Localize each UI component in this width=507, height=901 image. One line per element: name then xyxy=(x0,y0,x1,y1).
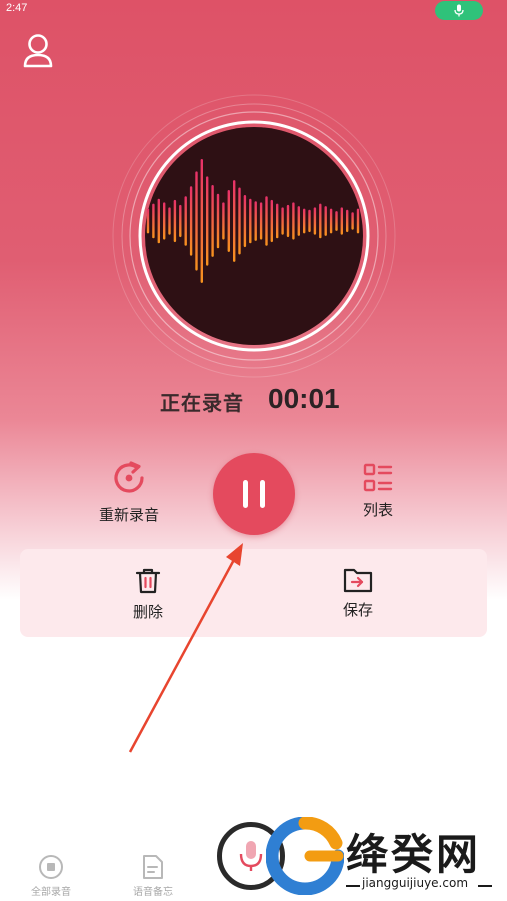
pause-button[interactable] xyxy=(213,453,295,535)
waveform-bar xyxy=(222,202,225,240)
waveform-bar xyxy=(308,209,311,233)
waveform-bar xyxy=(189,186,193,256)
nav-voice-memo-label: 语音备忘 xyxy=(133,887,173,898)
waveform-bar xyxy=(152,203,155,239)
watermark-url: jiangguijiuye.com xyxy=(362,876,469,890)
mic-active-indicator[interactable] xyxy=(435,1,483,20)
waveform-bar xyxy=(249,198,252,244)
waveform-bar xyxy=(319,203,322,239)
waveform-bar xyxy=(265,196,268,246)
waveform-bar xyxy=(356,208,360,234)
trash-icon xyxy=(135,568,161,594)
watermark-brand-text: 绛癸网 xyxy=(346,830,482,879)
waveform-bar xyxy=(281,207,284,235)
waveform-bar xyxy=(243,195,247,248)
document-icon xyxy=(143,855,163,879)
watermark-logo: 绛癸网 jiangguijiuye.com xyxy=(262,813,507,901)
waveform-bar xyxy=(259,202,263,240)
waveform-bar xyxy=(157,198,160,244)
waveform-bar xyxy=(254,201,257,241)
recording-disc xyxy=(145,127,363,345)
delete-label: 删除 xyxy=(132,603,163,621)
recording-status: 正在录音 00:01 xyxy=(0,383,507,419)
waveform-bar xyxy=(270,199,273,243)
user-icon xyxy=(23,34,53,68)
waveform-bar xyxy=(313,207,317,235)
watermark-line-left xyxy=(346,885,360,887)
waveform-bar xyxy=(211,185,214,257)
nav-all-recordings-label: 全部录音 xyxy=(31,887,71,898)
list-label: 列表 xyxy=(362,501,393,519)
waveform-bar xyxy=(195,171,198,271)
nav-voice-memo[interactable]: 语音备忘 xyxy=(128,854,178,898)
pause-icon xyxy=(243,480,265,508)
waveform-bar xyxy=(216,193,220,249)
save-button[interactable]: 保存 xyxy=(336,567,380,620)
recording-status-label: 正在录音 xyxy=(160,391,244,415)
waveform-bar xyxy=(238,187,241,255)
waveform-bar xyxy=(276,203,279,239)
waveform-bar xyxy=(329,208,333,234)
waveform-bar xyxy=(233,180,236,262)
folder-export-icon xyxy=(343,568,373,593)
waveform-bar xyxy=(297,206,300,236)
rerecord-icon xyxy=(114,461,144,493)
waveform-bar xyxy=(292,202,295,240)
waveform-bar xyxy=(351,212,354,230)
watermark-line-right xyxy=(478,885,492,887)
status-time: 2:47 xyxy=(6,2,28,14)
mic-icon xyxy=(454,4,464,17)
watermark-g-logo xyxy=(266,817,344,895)
recording-timer: 00:01 xyxy=(268,383,340,414)
waveform-bar xyxy=(200,159,203,283)
waveform-bar xyxy=(303,208,306,234)
rerecord-label: 重新录音 xyxy=(98,506,159,524)
waveform-bar xyxy=(340,207,343,235)
waveform-bar xyxy=(163,202,166,240)
list-button[interactable]: 列表 xyxy=(352,463,404,520)
waveform-bar xyxy=(179,204,182,238)
recording-visualizer xyxy=(112,94,396,378)
delete-button[interactable]: 删除 xyxy=(126,567,170,622)
waveform-bar xyxy=(324,206,327,236)
rerecord-button[interactable]: 重新录音 xyxy=(96,458,162,525)
user-profile-button[interactable] xyxy=(22,34,54,68)
waveform-bar xyxy=(206,176,209,266)
waveform-bar xyxy=(168,207,171,235)
microphone-icon xyxy=(239,841,263,871)
record-stop-icon xyxy=(39,855,63,879)
waveform-bar xyxy=(146,208,150,234)
waveform-bar xyxy=(184,196,187,246)
waveform-bar xyxy=(346,209,349,233)
waveform-bar xyxy=(286,204,290,238)
action-panel: 删除 保存 xyxy=(20,549,487,637)
nav-all-recordings[interactable]: 全部录音 xyxy=(26,854,76,898)
list-icon xyxy=(363,463,393,492)
waveform-bar xyxy=(227,190,230,252)
status-bar: 2:47 xyxy=(0,0,507,22)
waveform-bar xyxy=(335,211,338,231)
waveform-bar xyxy=(173,199,177,243)
save-label: 保存 xyxy=(342,601,373,619)
